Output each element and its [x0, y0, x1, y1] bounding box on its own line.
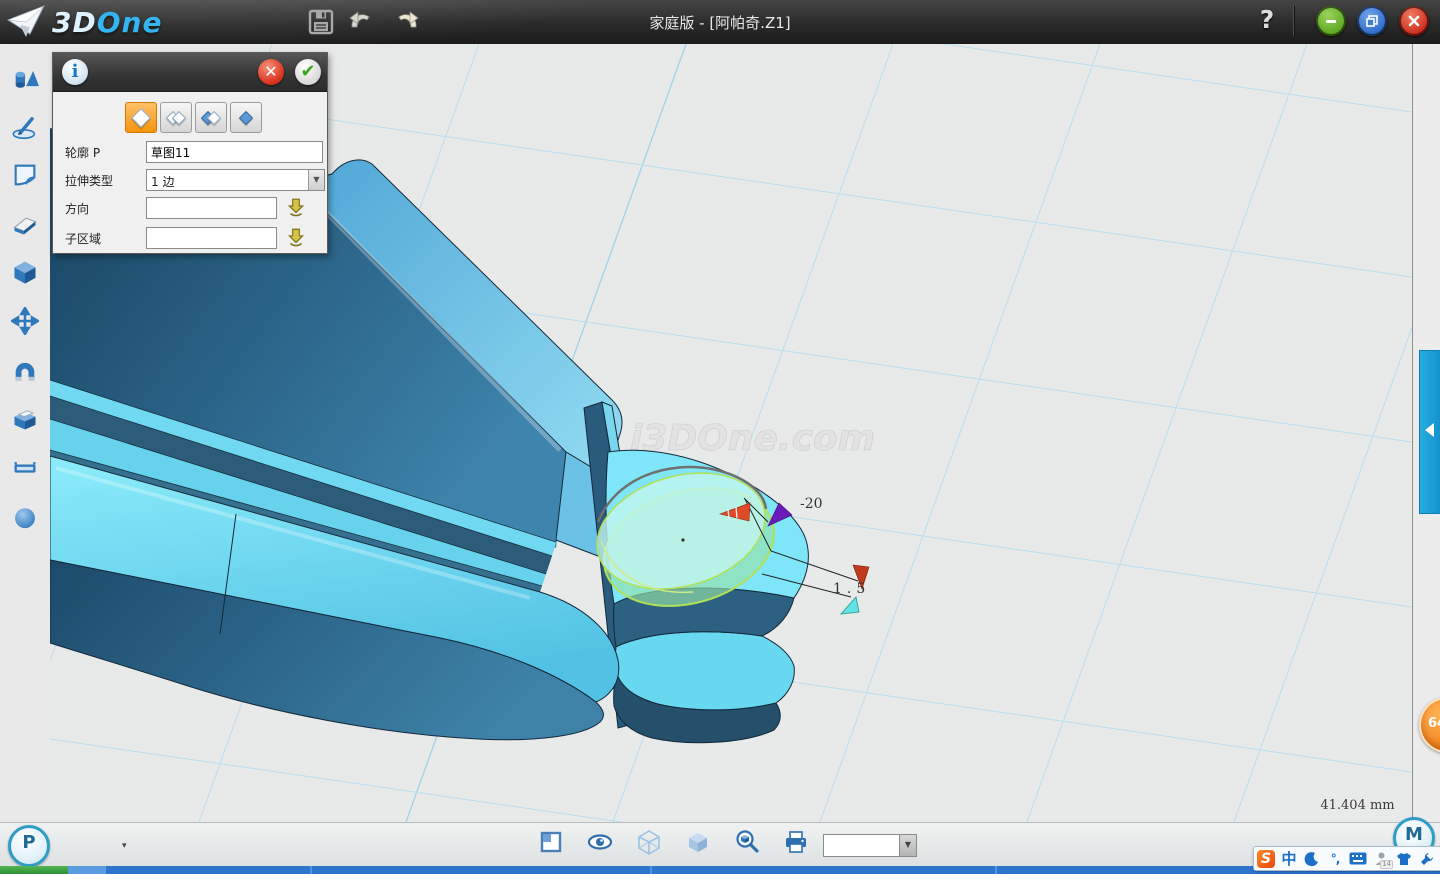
pick-arrow-icon [287, 197, 305, 217]
person-count-badge: 14 [1380, 860, 1393, 869]
profile-input[interactable] [146, 141, 323, 163]
titlebar-divider [1293, 6, 1294, 36]
eraser-icon[interactable] [11, 210, 39, 238]
taskbar-separator [650, 866, 652, 874]
diamond-icon [239, 110, 253, 124]
visibility-eye-icon [587, 829, 613, 855]
person-icon[interactable]: 14 [1371, 849, 1391, 869]
view-layout-icon [538, 829, 564, 855]
sketch-plane-icon[interactable] [11, 161, 39, 189]
extrude-mode-symmetric-diamond[interactable] [230, 102, 262, 133]
subregion-input[interactable] [146, 227, 277, 249]
subregion-pick-button[interactable] [287, 227, 305, 247]
shaded-view-button[interactable] [685, 829, 711, 855]
direction-pick-button[interactable] [287, 197, 305, 217]
taskbar-segment[interactable] [68, 866, 106, 874]
wireframe-view-icon [636, 829, 662, 855]
direction-input[interactable] [146, 197, 277, 219]
profile-caret[interactable]: ▾ [122, 841, 127, 851]
print-button[interactable] [783, 829, 809, 855]
measure-readout: 41.404 mm [1305, 798, 1410, 813]
measure-icon[interactable] [11, 454, 39, 482]
wireframe-view-button[interactable] [636, 829, 662, 855]
skin-tshirt-icon[interactable] [1394, 849, 1414, 869]
minimize-icon [1324, 14, 1338, 28]
diamond-icon [131, 108, 151, 128]
profile-label: 轮廓 P [65, 144, 100, 161]
info-icon[interactable]: i [62, 59, 88, 85]
extrude-type-select[interactable]: 1 边 ▼ [146, 169, 325, 191]
view-layout-button[interactable] [538, 829, 564, 855]
chevron-down-icon[interactable]: ▼ [899, 835, 916, 856]
extrude-mode-row [125, 102, 262, 133]
taskbar-separator [995, 866, 997, 874]
solid-edit-cube-icon[interactable] [11, 258, 39, 286]
chinese-mode-toggle[interactable]: 中 [1279, 849, 1299, 869]
shaded-view-icon [685, 829, 711, 855]
subregion-label: 子区域 [65, 230, 101, 247]
magnet-snap-icon[interactable] [11, 357, 39, 385]
minimize-button[interactable] [1316, 6, 1346, 36]
ime-toolbar: S 中 °, 14 [1253, 846, 1440, 871]
zoom-magnifier-icon [734, 829, 760, 855]
maximize-button[interactable] [1357, 6, 1387, 36]
pick-arrow-icon [287, 227, 305, 247]
dialog-header: i ✕ ✔ [53, 53, 327, 92]
visibility-button[interactable] [587, 829, 613, 855]
close-icon [1407, 14, 1421, 28]
dialog-confirm-button[interactable]: ✔ [295, 59, 321, 85]
zoom-view-button[interactable] [734, 829, 760, 855]
settings-wrench-icon[interactable] [1417, 849, 1437, 869]
watermark-text: i3DOne.com [630, 418, 875, 459]
keyboard-icon[interactable] [1348, 849, 1368, 869]
extrude-type-value: 1 边 [151, 173, 174, 190]
material-sphere-icon[interactable] [11, 503, 39, 531]
help-button[interactable]: ? [1254, 5, 1280, 37]
extrude-mode-blue-white-diamond[interactable] [195, 102, 227, 133]
special-feature-icon[interactable] [11, 405, 39, 433]
print-icon [783, 829, 809, 855]
move-icon[interactable] [11, 307, 39, 335]
punctuation-icon[interactable]: °, [1325, 849, 1345, 869]
chevron-left-icon [1425, 423, 1434, 437]
dimension-draft-label[interactable]: 1.5 [833, 581, 870, 597]
titlebar: 3DOne 家庭版 - [阿帕奇.Z1] ? [0, 0, 1440, 45]
view-preset-dropdown[interactable]: ▼ [823, 834, 917, 857]
sogou-logo[interactable]: S [1257, 850, 1275, 868]
dimension-offset-label[interactable]: -20 [800, 496, 823, 512]
primitive-solids-icon[interactable] [11, 64, 39, 92]
taskbar-separator [310, 866, 312, 874]
extrude-mode-double-diamond[interactable] [160, 102, 192, 133]
sketch-draw-icon[interactable] [11, 113, 39, 141]
status-bar: M P ▾ [0, 822, 1440, 867]
profile-badge[interactable]: P [8, 825, 50, 867]
start-button-sliver[interactable] [0, 866, 68, 874]
extrude-dialog: i ✕ ✔ 轮廓 P 拉伸类型 1 边 ▼ 方向 [52, 52, 328, 254]
dialog-cancel-button[interactable]: ✕ [258, 59, 284, 85]
os-taskbar[interactable] [0, 866, 1440, 874]
chevron-down-icon[interactable]: ▼ [308, 170, 324, 190]
flyout-tab[interactable] [1419, 350, 1440, 514]
extrude-type-label: 拉伸类型 [65, 172, 113, 189]
moon-icon[interactable] [1302, 849, 1322, 869]
restore-icon [1365, 14, 1379, 28]
left-toolbar [0, 44, 51, 822]
close-button[interactable] [1399, 6, 1429, 36]
draft-handle-cyan[interactable] [841, 597, 859, 614]
extrude-mode-single-diamond[interactable] [125, 102, 157, 133]
window-title: 家庭版 - [阿帕奇.Z1] [0, 12, 1440, 33]
direction-label: 方向 [65, 200, 89, 217]
